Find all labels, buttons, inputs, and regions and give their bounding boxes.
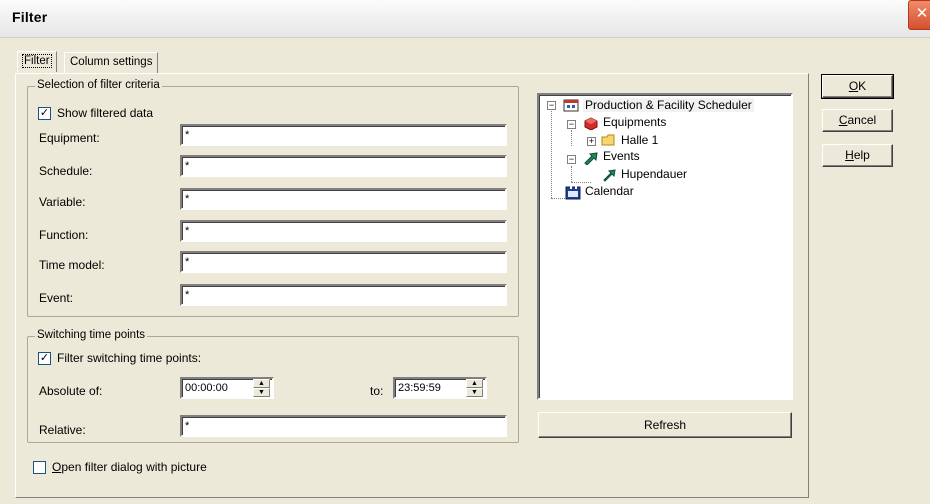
help-button[interactable]: Help <box>822 144 893 167</box>
show-filtered-checkbox[interactable]: ✓ <box>38 107 51 120</box>
calendar-icon <box>565 186 581 200</box>
tab-column-settings[interactable]: Column settings <box>64 52 159 74</box>
tree-node-calendar-label: Calendar <box>585 184 634 198</box>
schedule-label: Schedule: <box>39 164 93 178</box>
equipment-icon <box>583 116 599 131</box>
variable-field[interactable]: * <box>180 188 507 210</box>
schedule-field[interactable]: * <box>180 155 507 177</box>
open-with-picture-label: Open filter dialog with picture <box>52 460 207 474</box>
filter-switching-label: Filter switching time points: <box>57 351 202 365</box>
cancel-text: ancel <box>847 113 877 127</box>
to-label: to: <box>370 384 384 398</box>
equipment-field[interactable]: * <box>180 124 507 146</box>
ok-text: K <box>858 79 867 93</box>
absolute-label: Absolute of: <box>39 384 103 398</box>
tree-node-root[interactable]: Production & Facility Scheduler <box>583 97 754 113</box>
ok-button[interactable]: OK <box>821 74 894 99</box>
tree-node-equipments[interactable]: Equipments <box>601 114 668 130</box>
collapse-icon[interactable]: − <box>567 155 576 164</box>
window-title: Filter <box>12 9 48 25</box>
tree-node-calendar[interactable]: Calendar <box>583 183 636 199</box>
tree-node-events-label: Events <box>603 149 640 163</box>
tab-filter-label: Filter <box>22 54 52 68</box>
tree-node-events[interactable]: Events <box>601 148 642 164</box>
collapse-icon[interactable]: − <box>547 101 556 110</box>
folder-icon <box>601 133 617 147</box>
spin-up-icon[interactable]: ▲ <box>253 379 270 388</box>
tree-connector <box>551 111 552 198</box>
help-text: elp <box>853 148 870 162</box>
close-button[interactable]: ✕ <box>908 0 930 30</box>
tree-node-hupendauer-label: Hupendauer <box>621 167 688 181</box>
criteria-group-label: Selection of filter criteria <box>35 79 162 91</box>
event-arrow-icon <box>601 168 617 182</box>
spin-down-icon[interactable]: ▼ <box>466 388 483 397</box>
title-bar: Filter ✕ <box>0 0 930 38</box>
time-model-field[interactable]: * <box>180 251 507 273</box>
variable-label: Variable: <box>39 195 86 209</box>
to-time-spinner[interactable]: ▲ ▼ <box>466 379 483 397</box>
event-field[interactable]: * <box>180 284 507 306</box>
absolute-time-value: 00:00:00 <box>185 382 228 394</box>
tab-filter[interactable]: Filter <box>17 51 57 72</box>
tree-connector <box>551 198 565 199</box>
open-with-picture-accel: O <box>52 460 62 474</box>
events-icon <box>583 151 599 166</box>
to-time-field[interactable]: 23:59:59 ▲ ▼ <box>393 377 487 399</box>
cancel-button[interactable]: Cancel <box>822 109 893 132</box>
ok-accel: O <box>848 79 859 93</box>
help-accel: H <box>845 148 854 162</box>
event-label: Event: <box>39 291 74 305</box>
to-time-value: 23:59:59 <box>398 382 441 394</box>
tree-node-root-label: Production & Facility Scheduler <box>583 98 754 112</box>
relative-field[interactable]: * <box>180 415 507 437</box>
open-with-picture-text: pen filter dialog with picture <box>61 460 207 474</box>
expand-icon[interactable]: + <box>587 137 596 146</box>
tree-connector <box>571 166 572 182</box>
show-filtered-label: Show filtered data <box>57 106 154 120</box>
function-label: Function: <box>39 228 89 242</box>
switching-group-label: Switching time points <box>35 329 148 341</box>
function-field[interactable]: * <box>180 220 507 242</box>
refresh-button[interactable]: Refresh <box>538 412 792 438</box>
equipment-label: Equipment: <box>39 131 100 145</box>
tree-node-halle-1-label: Halle 1 <box>621 133 659 147</box>
close-icon: ✕ <box>915 5 929 22</box>
absolute-time-spinner[interactable]: ▲ ▼ <box>253 379 270 397</box>
spin-down-icon[interactable]: ▼ <box>253 388 270 397</box>
filter-switching-checkbox[interactable]: ✓ <box>38 352 51 365</box>
tree-node-hupendauer[interactable]: Hupendauer <box>619 166 689 182</box>
tree-node-halle-1[interactable]: Halle 1 <box>619 132 660 148</box>
tree-connector <box>571 130 572 146</box>
absolute-time-field[interactable]: 00:00:00 ▲ ▼ <box>180 377 274 399</box>
collapse-icon[interactable]: − <box>567 120 576 129</box>
time-model-label: Time model: <box>39 258 105 272</box>
scheduler-tree[interactable]: − Production & Facility Scheduler − Equi… <box>537 93 793 400</box>
spin-up-icon[interactable]: ▲ <box>466 379 483 388</box>
scheduler-icon <box>563 98 579 112</box>
tree-node-equipments-label: Equipments <box>603 115 667 129</box>
relative-label: Relative: <box>39 423 86 437</box>
open-with-picture-checkbox[interactable] <box>33 461 46 474</box>
tab-column-settings-label: Column settings <box>70 56 153 68</box>
